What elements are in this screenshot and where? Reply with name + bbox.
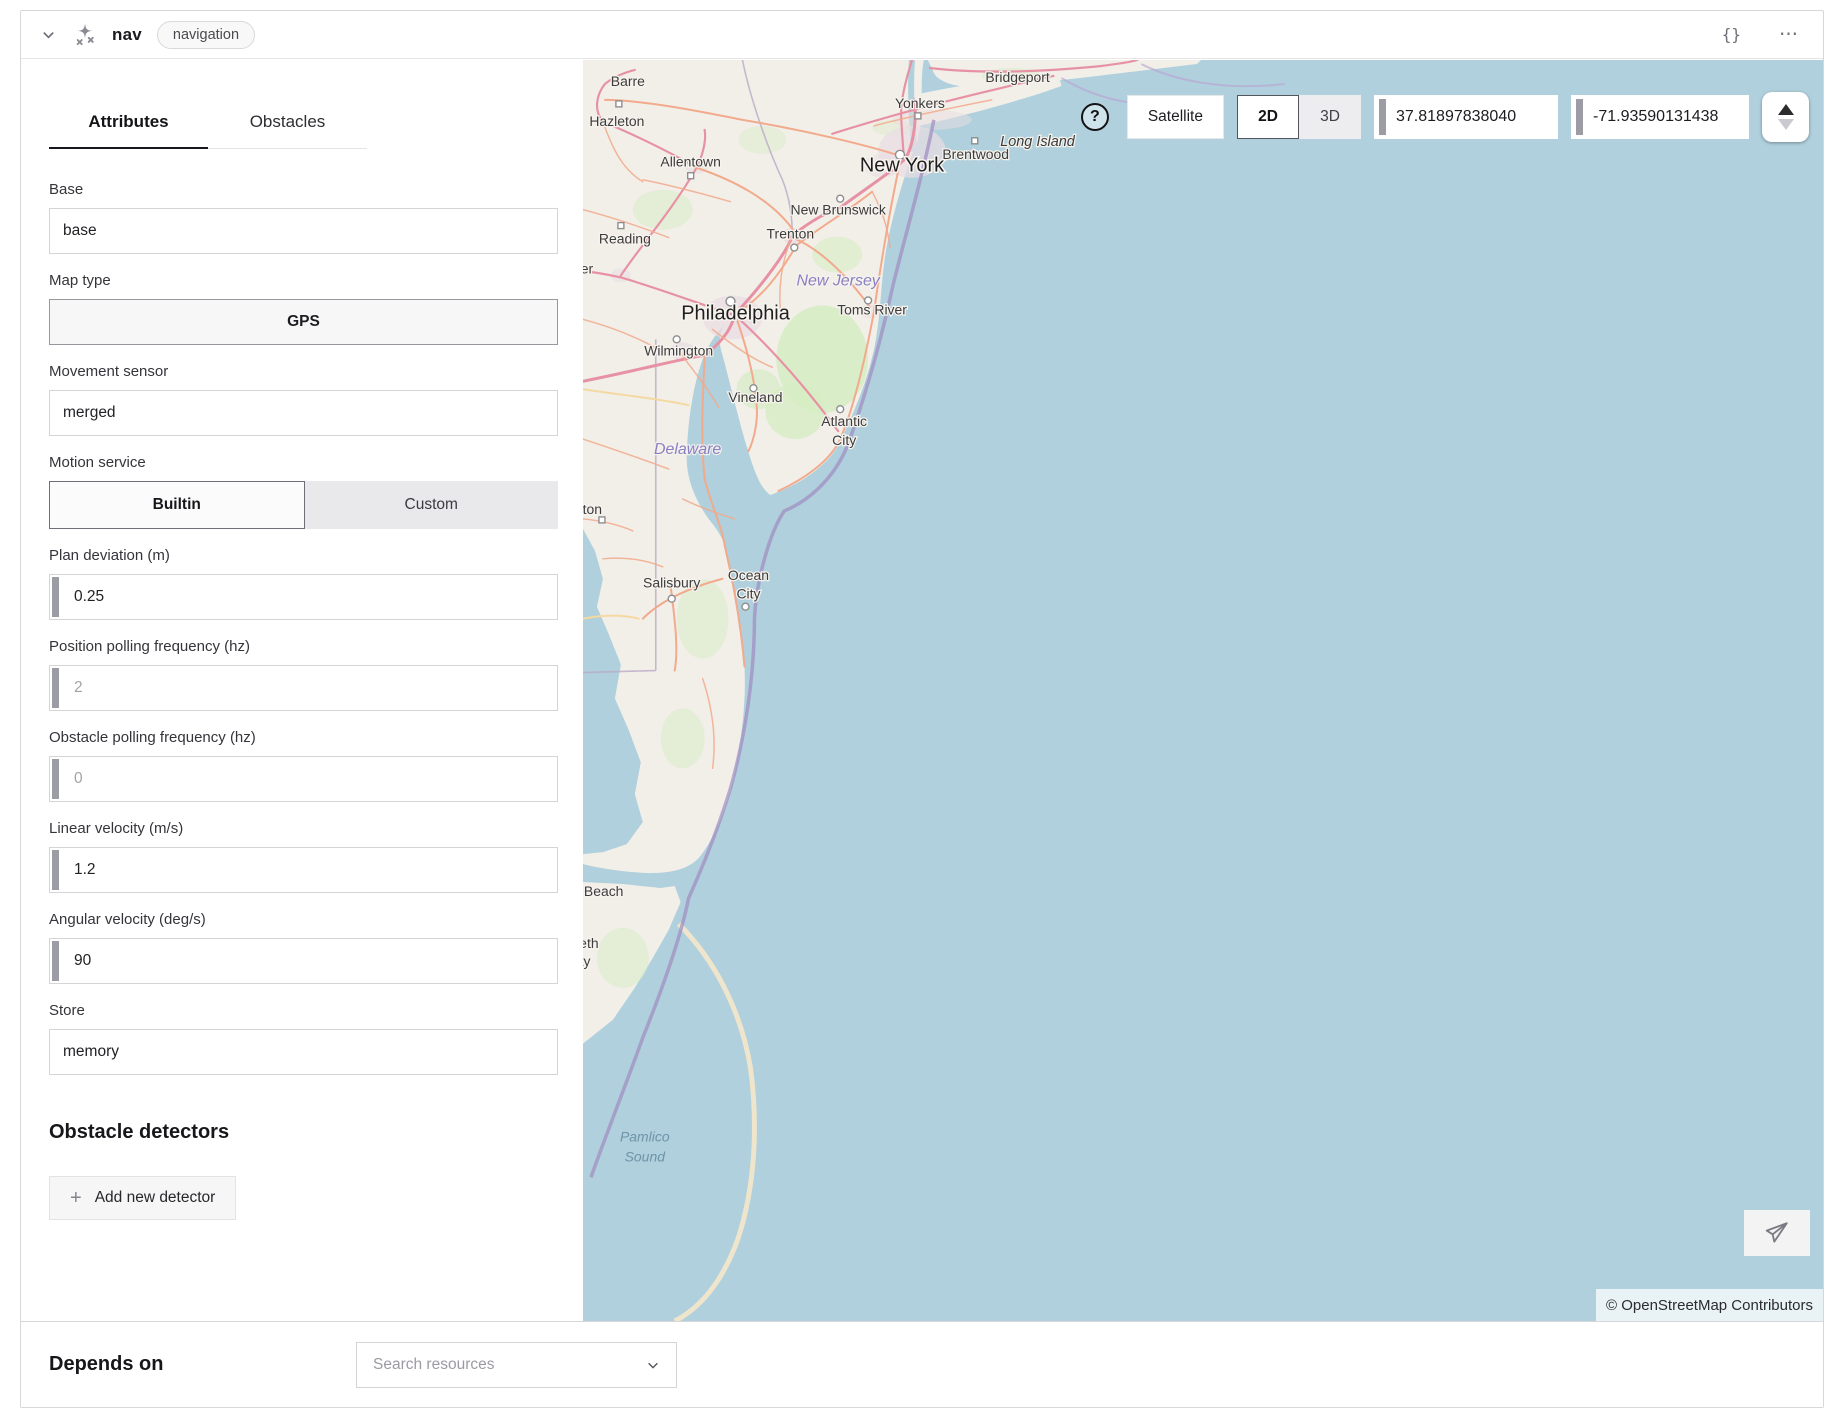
svg-text:City: City	[736, 586, 760, 602]
svg-text:Atlantic: Atlantic	[821, 413, 867, 429]
svg-text:ty: ty	[583, 953, 590, 969]
obstacle-polling-label: Obstacle polling frequency (hz)	[49, 729, 558, 746]
mode-3d-button[interactable]: 3D	[1299, 95, 1361, 139]
json-mode-icon[interactable]: {}	[1722, 25, 1741, 44]
zoom-stepper[interactable]	[1762, 92, 1809, 142]
motion-service-custom-option[interactable]: Custom	[305, 481, 559, 529]
svg-text:Wilmington: Wilmington	[644, 342, 713, 358]
store-input[interactable]	[49, 1029, 558, 1075]
linear-velocity-field	[49, 847, 558, 893]
tab-attributes[interactable]: Attributes	[49, 112, 208, 149]
map-container[interactable]: Barre Hazleton Allentown Reading ter Yonkers B…	[583, 60, 1823, 1321]
svg-text:Philadelphia: Philadelphia	[681, 302, 790, 324]
svg-text:Brentwood: Brentwood	[942, 146, 1009, 162]
latitude-drag-handle[interactable]	[1379, 99, 1386, 135]
latitude-input[interactable]	[1396, 108, 1548, 126]
resource-card: nav navigation {} ⋯ Attributes Obstacles…	[20, 10, 1824, 1408]
map-type-gps-button[interactable]: GPS	[49, 299, 558, 345]
navigation-arrow-icon	[1764, 1220, 1790, 1246]
add-detector-button[interactable]: + Add new detector	[49, 1176, 236, 1220]
tab-obstacles[interactable]: Obstacles	[208, 112, 367, 149]
resource-name: nav	[112, 25, 142, 45]
svg-text:beth: beth	[583, 935, 599, 951]
svg-text:Salisbury: Salisbury	[643, 575, 700, 591]
add-detector-label: Add new detector	[95, 1189, 216, 1207]
overflow-menu-icon[interactable]: ⋯	[1779, 23, 1799, 46]
svg-text:Bridgeport: Bridgeport	[985, 69, 1049, 85]
svg-text:Yonkers: Yonkers	[895, 95, 945, 111]
base-label: Base	[49, 181, 558, 198]
help-icon[interactable]: ?	[1081, 103, 1109, 131]
collapse-chevron-icon[interactable]	[41, 27, 56, 42]
obstacle-polling-field	[49, 756, 558, 802]
motion-service-label: Motion service	[49, 454, 558, 471]
position-polling-input[interactable]	[49, 665, 558, 711]
angular-velocity-input[interactable]	[49, 938, 558, 984]
svg-text:Long Island: Long Island	[1000, 134, 1076, 150]
latitude-field	[1374, 95, 1558, 139]
position-polling-label: Position polling frequency (hz)	[49, 638, 558, 655]
svg-text:Hazleton: Hazleton	[589, 113, 644, 129]
motion-service-segmented: Builtin Custom	[49, 481, 558, 529]
depends-on-bar: Depends on Search resources	[21, 1321, 1823, 1407]
svg-text:aston: aston	[583, 501, 602, 517]
search-resources-select[interactable]: Search resources	[356, 1342, 677, 1388]
base-input[interactable]	[49, 208, 558, 254]
mode-2d-button[interactable]: 2D	[1237, 95, 1299, 139]
svg-text:City: City	[832, 432, 856, 448]
linear-velocity-label: Linear velocity (m/s)	[49, 820, 558, 837]
attributes-form: Attributes Obstacles Base Map type GPS M…	[21, 60, 583, 1321]
svg-text:ter: ter	[583, 260, 593, 276]
satellite-toggle-button[interactable]: Satellite	[1127, 95, 1224, 139]
svg-text:Sound: Sound	[625, 1148, 667, 1164]
obstacle-polling-input[interactable]	[49, 756, 558, 802]
svg-text:Pamlico: Pamlico	[620, 1128, 670, 1144]
movement-sensor-input[interactable]	[49, 390, 558, 436]
store-label: Store	[49, 1002, 558, 1019]
svg-text:Barre: Barre	[611, 73, 645, 89]
svg-text:ginia Beach: ginia Beach	[583, 883, 623, 899]
svg-text:Ocean: Ocean	[728, 567, 769, 583]
map-attribution: © OpenStreetMap Contributors	[1596, 1289, 1823, 1321]
svg-text:Vineland: Vineland	[728, 389, 782, 405]
tab-bar: Attributes Obstacles	[49, 112, 558, 149]
longitude-drag-handle[interactable]	[1576, 99, 1583, 135]
svg-text:Allentown: Allentown	[660, 154, 720, 170]
position-polling-field	[49, 665, 558, 711]
angular-velocity-field	[49, 938, 558, 984]
search-resources-placeholder: Search resources	[373, 1356, 494, 1374]
service-sparkle-icon	[72, 22, 98, 48]
svg-text:New York: New York	[860, 155, 944, 177]
svg-text:Toms River: Toms River	[837, 301, 907, 317]
plan-deviation-input[interactable]	[49, 574, 558, 620]
plan-deviation-label: Plan deviation (m)	[49, 547, 558, 564]
map-controls: ? Satellite 2D 3D	[1081, 92, 1809, 142]
angular-velocity-label: Angular velocity (deg/s)	[49, 911, 558, 928]
linear-velocity-input[interactable]	[49, 847, 558, 893]
movement-sensor-label: Movement sensor	[49, 363, 558, 380]
svg-text:Delaware: Delaware	[654, 441, 721, 458]
obstacle-detectors-heading: Obstacle detectors	[49, 1121, 558, 1144]
card-header: nav navigation {} ⋯	[21, 11, 1823, 59]
depends-on-label: Depends on	[49, 1353, 163, 1376]
svg-text:Reading: Reading	[599, 231, 651, 247]
center-map-button[interactable]	[1744, 1210, 1810, 1256]
motion-service-builtin-option[interactable]: Builtin	[49, 481, 305, 529]
map-dimension-toggle: 2D 3D	[1237, 95, 1361, 139]
map-canvas[interactable]: Barre Hazleton Allentown Reading ter Yonkers B…	[583, 60, 1823, 1321]
longitude-field	[1571, 95, 1749, 139]
resource-type-badge: navigation	[157, 21, 255, 49]
svg-text:New Jersey: New Jersey	[797, 272, 881, 289]
plan-deviation-field	[49, 574, 558, 620]
chevron-down-icon	[646, 1358, 660, 1372]
svg-text:Trenton: Trenton	[767, 226, 815, 242]
zoom-out-arrow-icon[interactable]	[1778, 119, 1794, 130]
longitude-input[interactable]	[1593, 108, 1739, 126]
plus-icon: +	[70, 1188, 82, 1208]
svg-text:New Brunswick: New Brunswick	[791, 202, 886, 218]
zoom-in-arrow-icon[interactable]	[1778, 104, 1794, 115]
map-type-label: Map type	[49, 272, 558, 289]
